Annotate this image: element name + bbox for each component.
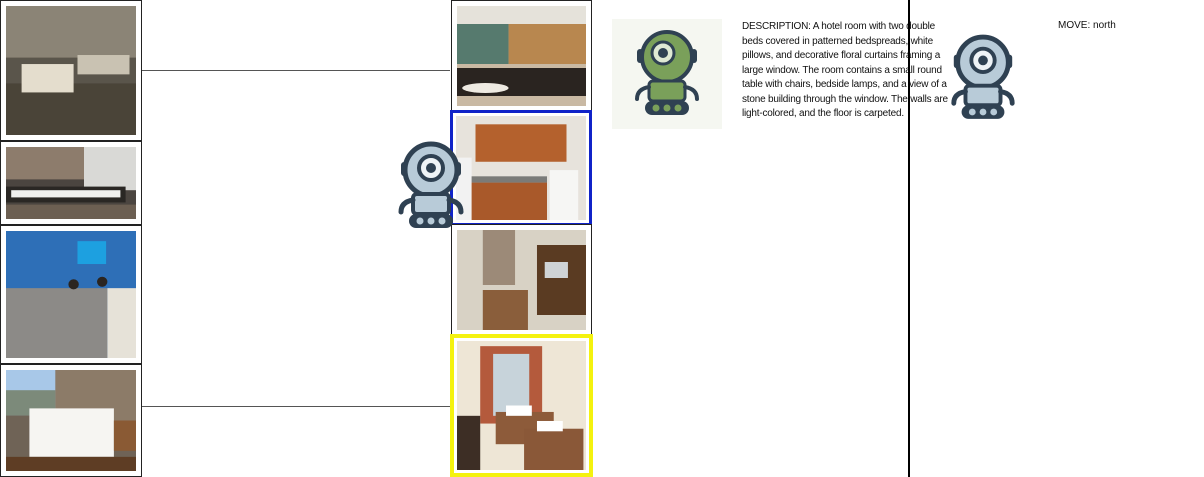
room-image-7[interactable] (451, 224, 592, 336)
room-image-3[interactable] (0, 225, 142, 364)
guide-robot-panel (612, 19, 722, 129)
room-image-8-target[interactable] (450, 334, 593, 477)
move-instruction: MOVE: north (1058, 20, 1116, 31)
connector-line-bottom (142, 406, 450, 407)
robot-icon (393, 136, 469, 232)
room-image-4[interactable] (0, 364, 142, 477)
green-robot-icon (629, 25, 705, 121)
room-image-6-current[interactable] (450, 110, 592, 226)
panel-divider (908, 0, 910, 477)
connector-line-top (142, 70, 450, 71)
room-image-1[interactable] (0, 0, 142, 141)
robot-icon (946, 29, 1020, 123)
room-image-2[interactable] (0, 141, 142, 225)
room-image-5[interactable] (451, 0, 592, 112)
room-description: DESCRIPTION: A hotel room with two doubl… (742, 21, 948, 119)
